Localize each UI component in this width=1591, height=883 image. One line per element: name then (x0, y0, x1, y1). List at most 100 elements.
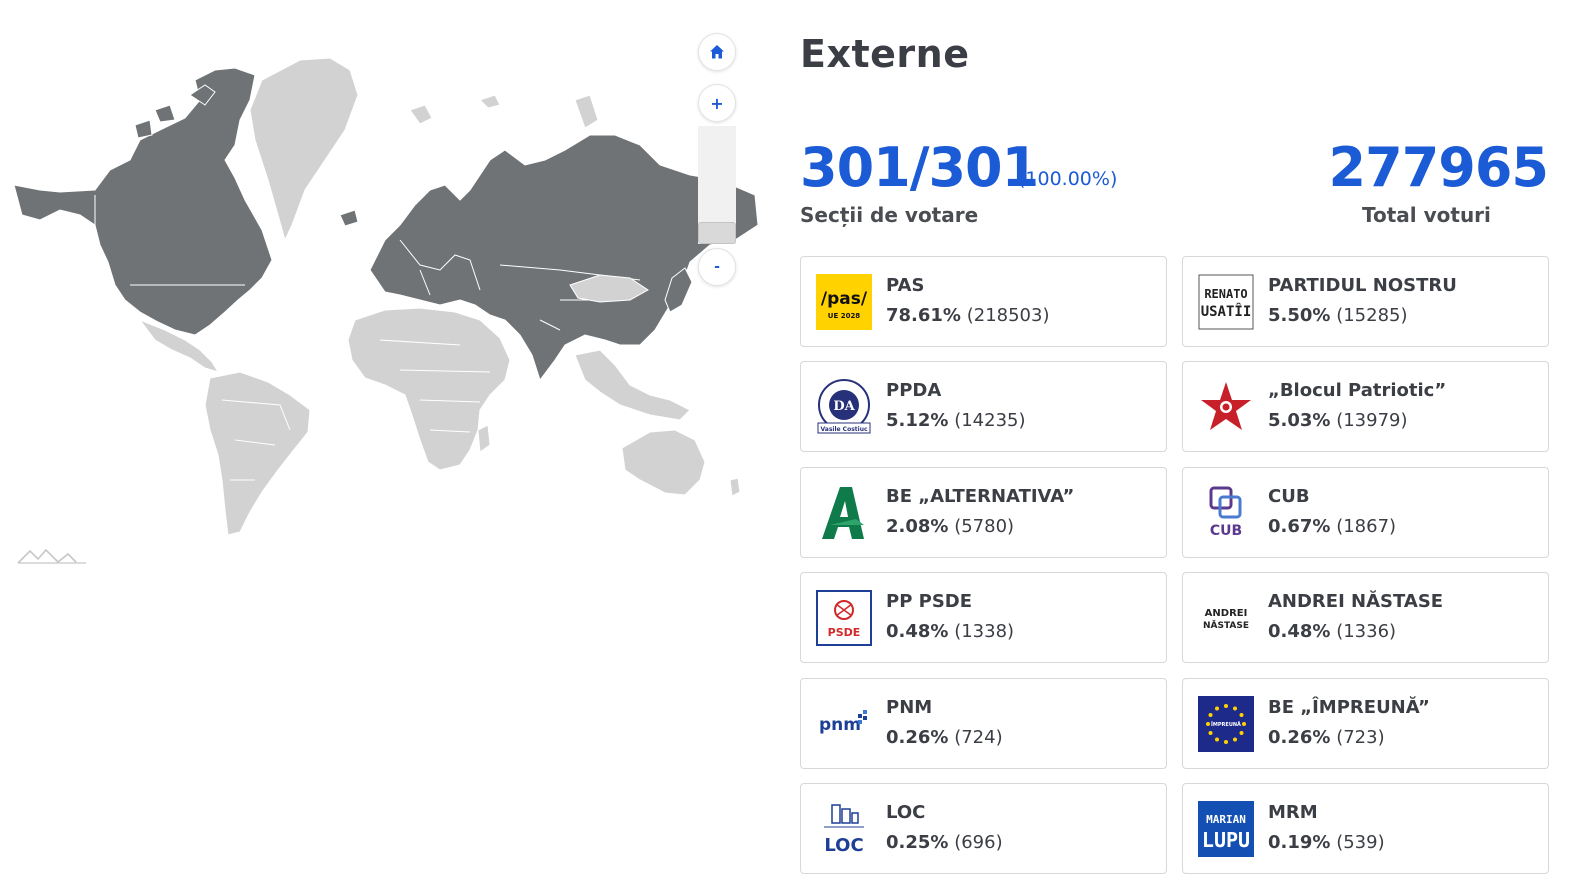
party-stats: 78.61% (218503) (886, 305, 1049, 326)
ppda-logo-icon: DA Vasile Costiuc (816, 379, 872, 435)
zoom-in-button[interactable]: + (698, 84, 736, 122)
party-votes: (14235) (954, 410, 1026, 431)
party-stats: 0.67% (1867) (1268, 516, 1396, 537)
svg-text:LOC: LOC (824, 835, 863, 856)
svg-text:/pas/: /pas/ (821, 289, 868, 309)
sections-percent: (100.00%) (1018, 168, 1118, 190)
party-percent: 5.03% (1268, 410, 1331, 431)
map-region-australia[interactable] (621, 429, 706, 496)
party-name: PP PSDE (886, 591, 973, 612)
party-percent: 78.61% (886, 305, 961, 326)
party-stats: 5.50% (15285) (1268, 305, 1408, 326)
home-icon (710, 45, 724, 59)
party-percent: 0.48% (886, 621, 949, 642)
region-title: Externe (800, 32, 970, 76)
party-card-loc[interactable]: LOC LOC 0.25% (696) (800, 783, 1167, 874)
party-stats: 0.48% (1338) (886, 621, 1014, 642)
marian-lupu-logo-icon: MARIAN LUPU (1198, 801, 1254, 857)
party-card-pp-psde[interactable]: PSDE PP PSDE 0.48% (1338) (800, 572, 1167, 663)
party-name: PARTIDUL NOSTRU (1268, 275, 1457, 296)
pnm-logo-icon: pnm (816, 696, 872, 752)
party-percent: 0.48% (1268, 621, 1331, 642)
world-map-canvas[interactable] (0, 0, 770, 600)
party-votes: (724) (954, 727, 1003, 748)
svg-text:pnm: pnm (819, 715, 861, 735)
renato-usatii-logo-icon: RENATO USATÎI (1198, 274, 1254, 330)
party-name: BE „ALTERNATIVA” (886, 486, 1075, 507)
star-logo-icon (1198, 379, 1254, 435)
party-percent: 0.25% (886, 832, 949, 853)
sections-label: Secții de votare (800, 203, 979, 227)
svg-text:LUPU: LUPU (1202, 828, 1250, 852)
party-stats: 5.03% (13979) (1268, 410, 1408, 431)
svg-text:CUB: CUB (1210, 523, 1242, 539)
party-percent: 5.12% (886, 410, 949, 431)
impreuna-logo-icon: ÎMPREUNĂ (1198, 696, 1254, 752)
svg-text:ANDREI: ANDREI (1205, 608, 1248, 619)
map-region-north-america[interactable] (13, 67, 273, 336)
party-stats: 0.26% (724) (886, 727, 1003, 748)
svg-text:PSDE: PSDE (828, 626, 861, 639)
map-region-new-zealand[interactable] (729, 477, 741, 497)
pas-logo-icon: /pas/ UE 2028 (816, 274, 872, 330)
party-votes: (696) (954, 832, 1003, 853)
svg-text:MARIAN: MARIAN (1206, 813, 1246, 826)
party-card-pnm[interactable]: pnm PNM 0.26% (724) (800, 678, 1167, 769)
map-region-madagascar[interactable] (477, 424, 491, 453)
party-card-pas[interactable]: /pas/ UE 2028 PAS 78.61% (218503) (800, 256, 1167, 347)
party-votes: (1867) (1336, 516, 1397, 537)
party-name: PNM (886, 697, 933, 718)
home-button[interactable] (698, 33, 736, 71)
party-percent: 0.67% (1268, 516, 1331, 537)
party-votes: (13979) (1336, 410, 1408, 431)
svg-text:NĂSTASE: NĂSTASE (1203, 619, 1249, 631)
party-card-impreuna[interactable]: ÎMPREUNĂ BE „ÎMPREUNĂ” 0.26% (723) (1182, 678, 1549, 769)
party-percent: 5.50% (1268, 305, 1331, 326)
zoom-out-button[interactable]: - (698, 248, 736, 286)
zoom-slider-handle[interactable] (698, 222, 736, 244)
psde-logo-icon: PSDE (816, 590, 872, 646)
party-votes: (1336) (1336, 621, 1397, 642)
total-votes: 277965 (1328, 136, 1549, 199)
party-percent: 0.26% (886, 727, 949, 748)
party-card-cub[interactable]: CUB CUB 0.67% (1867) (1182, 467, 1549, 558)
party-name: „Blocul Patriotic” (1268, 380, 1447, 401)
party-votes: (723) (1336, 727, 1385, 748)
party-votes: (539) (1336, 832, 1385, 853)
party-card-ppda[interactable]: DA Vasile Costiuc PPDA 5.12% (14235) (800, 361, 1167, 452)
party-name: MRM (1268, 802, 1318, 823)
party-stats: 5.12% (14235) (886, 410, 1026, 431)
svg-text:DA: DA (833, 399, 855, 414)
party-stats: 0.26% (723) (1268, 727, 1385, 748)
world-map[interactable]: + - (0, 0, 770, 883)
party-card-mrm[interactable]: MARIAN LUPU MRM 0.19% (539) (1182, 783, 1549, 874)
party-name: ANDREI NĂSTASE (1268, 591, 1444, 612)
sections-count: 301/301 (800, 136, 1039, 199)
party-stats: 0.25% (696) (886, 832, 1003, 853)
party-stats: 0.48% (1336) (1268, 621, 1396, 642)
alternativa-logo-icon (816, 485, 872, 541)
party-card-partidul-nostru[interactable]: RENATO USATÎI PARTIDUL NOSTRU 5.50% (152… (1182, 256, 1549, 347)
map-region-iceland[interactable] (339, 209, 359, 227)
party-stats: 0.19% (539) (1268, 832, 1385, 853)
zoom-slider[interactable] (698, 126, 736, 244)
map-provider-logo-icon[interactable] (16, 542, 88, 566)
map-region-southeast-asia[interactable] (574, 349, 691, 421)
party-percent: 0.26% (1268, 727, 1331, 748)
svg-text:Vasile Costiuc: Vasile Costiuc (820, 426, 868, 433)
party-votes: (1338) (954, 621, 1015, 642)
total-votes-label: Total voturi (1362, 203, 1491, 227)
map-region-greenland[interactable] (249, 57, 359, 242)
party-card-alternativa[interactable]: BE „ALTERNATIVA” 2.08% (5780) (800, 467, 1167, 558)
party-name: BE „ÎMPREUNĂ” (1268, 697, 1430, 718)
party-name: PAS (886, 275, 925, 296)
results-panel: Externe 301/301 (100.00%) Secții de vota… (800, 0, 1560, 883)
svg-text:ÎMPREUNĂ: ÎMPREUNĂ (1211, 720, 1241, 728)
cub-logo-icon: CUB (1198, 485, 1254, 541)
party-card-andrei-nastase[interactable]: ANDREI NĂSTASE ANDREI NĂSTASE 0.48% (133… (1182, 572, 1549, 663)
party-name: PPDA (886, 380, 942, 401)
svg-text:RENATO: RENATO (1204, 287, 1247, 301)
party-stats: 2.08% (5780) (886, 516, 1014, 537)
map-region-south-america[interactable] (204, 371, 311, 536)
party-card-blocul-patriotic[interactable]: „Blocul Patriotic” 5.03% (13979) (1182, 361, 1549, 452)
